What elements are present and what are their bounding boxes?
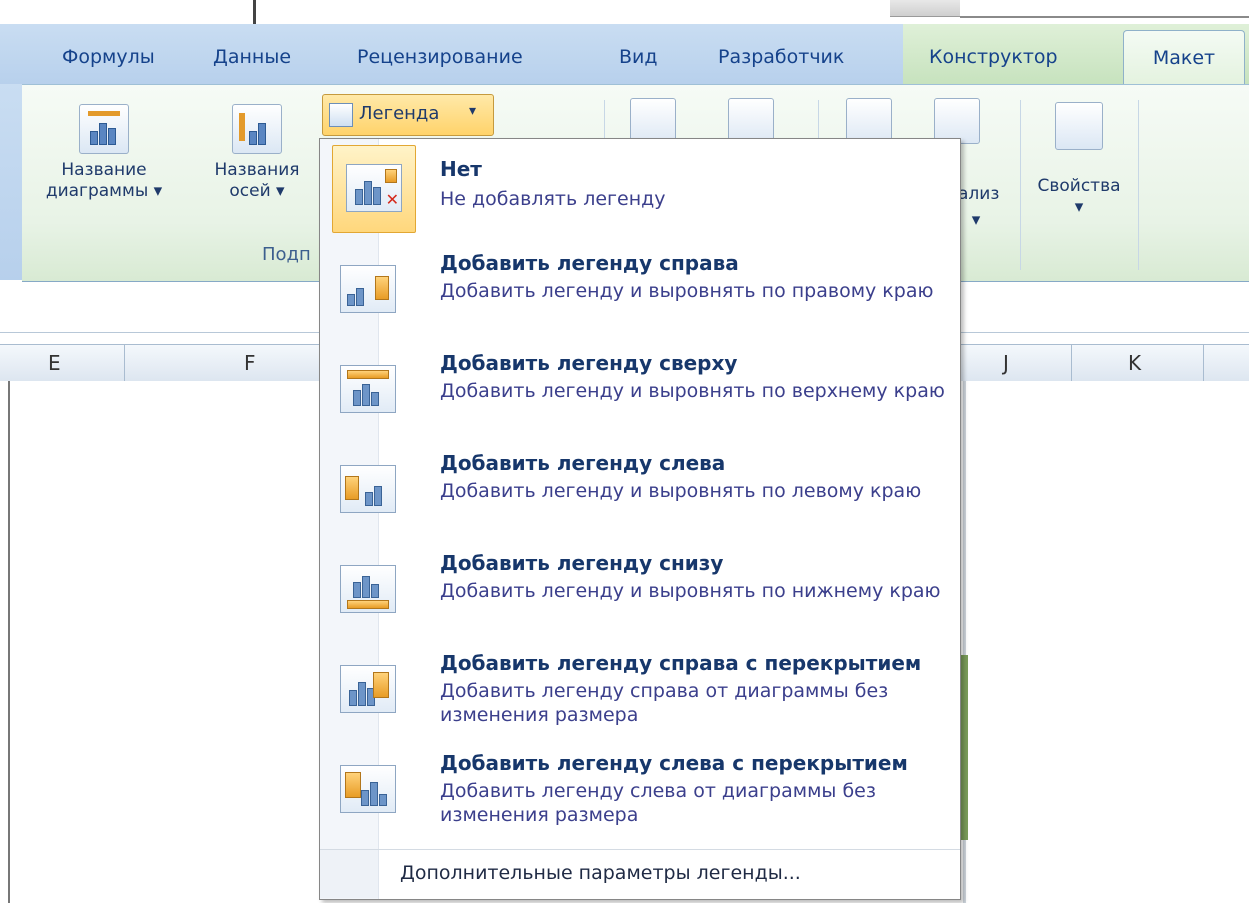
legend-none-icon: ✕ [332,145,416,233]
menu-item-more-legend-options[interactable]: Дополнительные параметры легенды... [320,849,960,898]
menu-item-legend-bottom[interactable]: Добавить легенду снизу Добавить легенду … [320,547,960,647]
axis-glyph [239,113,245,141]
menu-item-desc: Не добавлять легенду [440,188,666,210]
menu-item-desc: Добавить легенду и выровнять по левому к… [440,480,922,502]
chart-series-fragment [960,655,968,840]
menu-item-title: Добавить легенду справа [440,251,739,275]
column-header-f[interactable]: F [244,351,256,375]
chart-title-icon [79,104,129,154]
chevron-down-icon: ▾ [469,103,477,119]
legend-left-overlay-icon [340,761,398,819]
ribbon-group-label-labels: Подп [262,244,311,265]
chart-border-left [8,381,10,903]
column-header-j[interactable]: J [1003,351,1009,375]
menu-item-legend-right-overlay[interactable]: Добавить легенду справа с перекрытием До… [320,647,960,747]
legend-button-label: Легенда [359,103,440,124]
window-control-fragment [890,0,960,17]
chart-title-button[interactable]: Название диаграммы ▾ [34,104,174,202]
legend-icon [329,103,353,127]
column-header-k[interactable]: K [1128,351,1141,375]
menu-item-title: Добавить легенду снизу [440,551,724,575]
menu-item-legend-top[interactable]: Добавить легенду сверху Добавить легенду… [320,347,960,447]
ribbon-left-edge [0,84,22,280]
tab-layout-label: Макет [1152,47,1216,69]
legend-dropdown-menu: ✕ Нет Не добавлять легенду Добавить леге… [319,138,961,900]
legend-top-icon [340,361,398,419]
menu-item-desc: Добавить легенду и выровнять по верхнему… [440,380,945,402]
legend-dropdown-button[interactable]: Легенда ▾ [322,94,494,136]
properties-chevron-icon: ▾ [1074,197,1084,217]
menu-gutter [320,850,378,898]
window-control-fragment-2 [960,0,1249,18]
tab-review[interactable]: Рецензирование [357,46,523,68]
axis-titles-icon [232,104,282,154]
menu-item-desc: Добавить легенду слева от диаграммы без … [440,780,876,826]
chart-title-label-1: Название [61,160,147,180]
menu-item-title: Добавить легенду слева с перекрытием [440,751,908,775]
bars-glyph [249,121,277,145]
menu-item-title: Добавить легенду справа с перекрытием [440,651,922,675]
analysis-button-label[interactable]: ализ [958,184,1018,205]
group-separator [1138,100,1139,270]
menu-item-desc: Добавить легенду справа от диаграммы без… [440,680,889,726]
legend-bottom-icon [340,561,398,619]
tab-layout[interactable]: Макет [1123,30,1245,87]
tab-view[interactable]: Вид [619,46,658,68]
title-bar-glyph [88,111,120,116]
legend-left-icon [340,461,398,519]
menu-item-legend-right[interactable]: Добавить легенду справа Добавить легенду… [320,247,960,347]
top-strip [0,0,1249,24]
more-options-label: Дополнительные параметры легенды... [400,862,801,884]
legend-right-icon [340,261,398,319]
tab-design[interactable]: Конструктор [929,46,1058,68]
window-divider [253,0,256,24]
axis-titles-label-1: Названия [214,160,300,180]
properties-button[interactable]: Свойства ▾ [1024,102,1134,218]
properties-icon [1055,102,1103,150]
properties-label: Свойства [1037,176,1121,196]
tab-data[interactable]: Данные [213,46,291,68]
menu-item-legend-none[interactable]: ✕ Нет Не добавлять легенду [320,145,960,241]
menu-item-title: Добавить легенду сверху [440,351,738,375]
menu-item-title: Нет [440,157,482,181]
menu-item-legend-left-overlay[interactable]: Добавить легенду слева с перекрытием Доб… [320,747,960,847]
axis-titles-button[interactable]: Названия осей ▾ [198,104,316,202]
menu-item-desc: Добавить легенду и выровнять по нижнему … [440,580,941,602]
tab-developer[interactable]: Разработчик [718,46,844,68]
menu-item-title: Добавить легенду слева [440,451,726,475]
group-separator [1020,100,1021,270]
menu-item-legend-left[interactable]: Добавить легенду слева Добавить легенду … [320,447,960,547]
legend-right-overlay-icon [340,661,398,719]
axis-titles-label-2: осей ▾ [229,181,285,201]
tab-formulas[interactable]: Формулы [62,46,155,68]
bars-glyph [90,121,118,145]
column-header-e[interactable]: E [48,351,61,375]
analysis-chevron-icon: ▾ [971,210,981,230]
menu-item-desc: Добавить легенду и выровнять по правому … [440,280,934,302]
chart-title-label-2: диаграммы ▾ [45,181,163,201]
